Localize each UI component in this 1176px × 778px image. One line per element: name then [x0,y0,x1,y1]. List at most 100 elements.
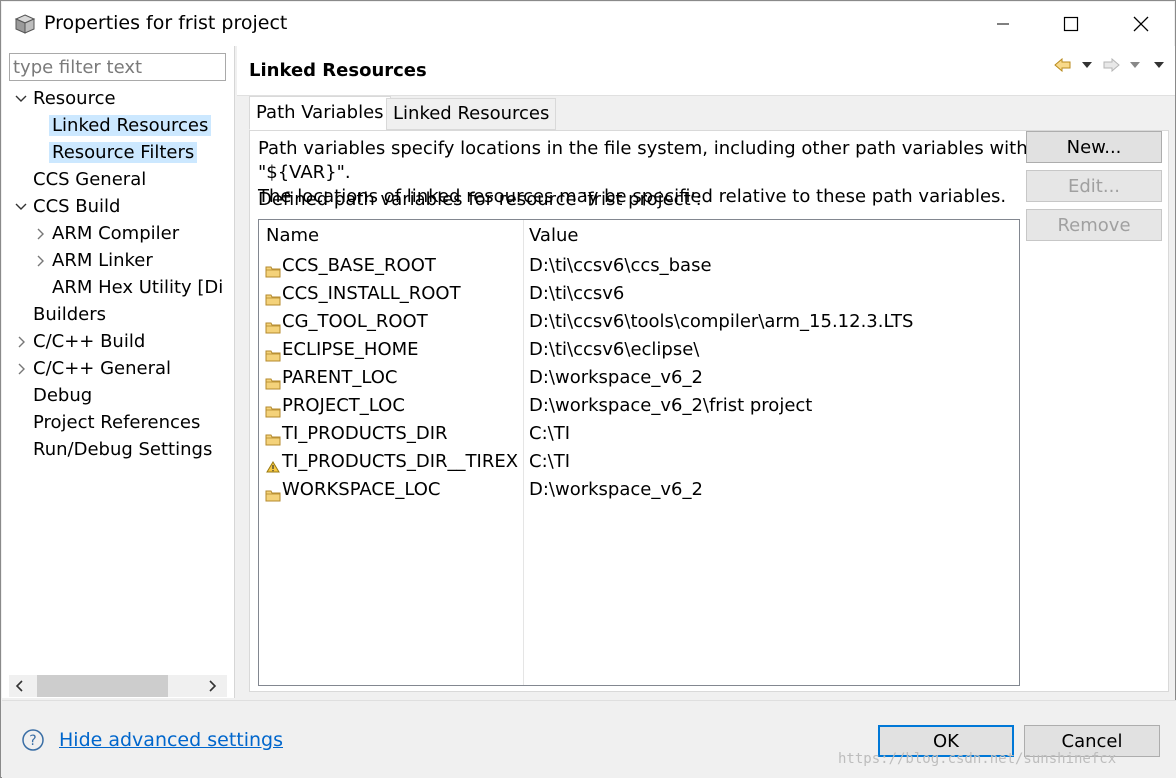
variable-name-cell: TI_PRODUCTS_DIR [265,420,448,448]
variable-name: TI_PRODUCTS_DIR__TIREX [282,451,519,472]
tree-item-resource[interactable]: Resource [14,86,119,112]
help-icon[interactable]: ? [21,728,45,752]
variable-name-cell: PARENT_LOC [265,364,397,392]
scroll-right-button[interactable] [201,675,223,697]
tab-linked-resources[interactable]: Linked Resources [386,98,557,130]
variable-value: C:\TI [529,451,571,472]
tree-item-project-references[interactable]: Project References [30,410,203,436]
variable-name: PARENT_LOC [282,367,398,388]
page-title: Linked Resources [249,60,427,81]
tree-item-run-debug-settings[interactable]: Run/Debug Settings [30,437,215,463]
variable-value: D:\workspace_v6_2 [529,367,703,388]
scrollbar-thumb[interactable] [37,675,168,697]
properties-dialog: Properties for frist project Resource Li… [0,0,1176,778]
minimize-button[interactable] [980,2,1026,46]
chevron-left-icon [15,680,23,692]
variable-name: TI_PRODUCTS_DIR [282,423,448,444]
path-variables-panel: Path variables specify locations in the … [249,130,1169,692]
maximize-icon [1063,16,1079,32]
path-variables-table[interactable]: Name Value CCS_BASE_ROOT D:\ti\ccsv6\ccs_… [258,219,1020,686]
tree-item-ccs-build[interactable]: CCS Build [14,194,123,220]
chevron-right-icon[interactable] [14,356,28,382]
variable-name: CCS_BASE_ROOT [282,255,436,276]
variable-value: D:\ti\ccsv6\ccs_base [529,255,712,276]
table-row[interactable]: WORKSPACE_LOC D:\workspace_v6_2 [259,476,1019,504]
folder-icon [265,371,281,390]
property-page: Linked Resources Path Variables Linked R… [237,46,1175,698]
variable-name: PROJECT_LOC [282,395,405,416]
tree-item-builders[interactable]: Builders [30,302,109,328]
folder-icon [265,315,281,334]
chevron-down-icon[interactable] [14,194,28,220]
folder-icon [265,483,281,502]
variable-name-cell: TI_PRODUCTS_DIR__TIREX [265,448,518,476]
filter-input[interactable] [9,53,226,81]
variable-name-cell: ECLIPSE_HOME [265,336,419,364]
chevron-right-icon [209,680,217,692]
table-row[interactable]: CCS_BASE_ROOT D:\ti\ccsv6\ccs_base [259,252,1019,280]
minimize-icon [997,23,1009,25]
watermark: https://blog.csdn.net/sunshinefcx [838,751,1117,767]
app-cube-icon [14,14,36,34]
table-row[interactable]: TI_PRODUCTS_DIR__TIREX C:\TI [259,448,1019,476]
tree-item-resource-filters[interactable]: Resource Filters [49,140,198,166]
variable-name-cell: CG_TOOL_ROOT [265,308,428,336]
variable-name-cell: CCS_INSTALL_ROOT [265,280,461,308]
forward-arrow-icon [1101,55,1121,75]
variable-value: D:\workspace_v6_2 [529,479,703,500]
table-row[interactable]: ECLIPSE_HOME D:\ti\ccsv6\eclipse\ [259,336,1019,364]
variable-name: CG_TOOL_ROOT [282,311,428,332]
tree-item-arm-linker[interactable]: ARM Linker [33,248,156,274]
chevron-right-icon[interactable] [33,221,47,247]
title-bar: Properties for frist project [2,2,1174,46]
folder-icon [265,427,281,446]
tree-item-arm-compiler[interactable]: ARM Compiler [33,221,182,247]
variable-name: ECLIPSE_HOME [282,339,419,360]
edit-button[interactable]: Edit... [1026,170,1162,202]
variable-value: C:\TI [529,423,571,444]
property-pages-pane: Resource Linked Resources Resource Filte… [2,46,235,698]
menu-dropdown-icon[interactable] [1149,55,1169,75]
dropdown-icon[interactable] [1077,55,1097,75]
back-arrow-icon[interactable] [1053,55,1073,75]
folder-icon [265,343,281,362]
tree-item-ccs-general[interactable]: CCS General [30,167,149,193]
scroll-left-button[interactable] [9,675,31,697]
close-icon [1133,16,1149,32]
chevron-right-icon[interactable] [14,329,28,355]
table-row[interactable]: TI_PRODUCTS_DIR C:\TI [259,420,1019,448]
hide-advanced-settings-link[interactable]: Hide advanced settings [59,729,283,751]
page-navigation [1053,55,1169,75]
tree-item-arm-hex-utility[interactable]: ARM Hex Utility [Di [49,275,226,301]
tree-item-cpp-build[interactable]: C/C++ Build [14,329,148,355]
variable-value: D:\ti\ccsv6\tools\compiler\arm_15.12.3.L… [529,311,914,332]
dropdown-icon [1125,55,1145,75]
table-row[interactable]: PROJECT_LOC D:\workspace_v6_2\frist proje… [259,392,1019,420]
tree-item-linked-resources[interactable]: Linked Resources [49,113,212,139]
remove-button[interactable]: Remove [1026,209,1162,241]
close-button[interactable] [1118,2,1164,46]
dialog-footer: ? Hide advanced settings OK Cancel https… [2,700,1176,778]
variable-value: D:\ti\ccsv6\eclipse\ [529,339,700,360]
variable-name-cell: PROJECT_LOC [265,392,405,420]
column-header-name[interactable]: Name [266,225,319,246]
chevron-down-icon[interactable] [14,86,28,112]
table-row[interactable]: CG_TOOL_ROOT D:\ti\ccsv6\tools\compiler\a… [259,308,1019,336]
tree-horizontal-scrollbar[interactable] [9,675,227,697]
variable-value: D:\ti\ccsv6 [529,283,625,304]
new-button[interactable]: New... [1026,131,1162,163]
variable-value: D:\workspace_v6_2\frist project [529,395,813,416]
defined-variables-label: Defined path variables for resource 'fri… [258,189,702,210]
table-row[interactable]: CCS_INSTALL_ROOT D:\ti\ccsv6 [259,280,1019,308]
tree-item-debug[interactable]: Debug [30,383,95,409]
tree-item-cpp-general[interactable]: C/C++ General [14,356,174,382]
variable-name: CCS_INSTALL_ROOT [282,283,461,304]
page-header: Linked Resources [237,46,1175,96]
table-row[interactable]: PARENT_LOC D:\workspace_v6_2 [259,364,1019,392]
column-header-value[interactable]: Value [529,225,578,246]
tab-path-variables[interactable]: Path Variables [249,96,391,130]
folder-icon [265,259,281,278]
svg-text:?: ? [29,733,36,749]
chevron-right-icon[interactable] [33,248,47,274]
maximize-button[interactable] [1048,2,1094,46]
